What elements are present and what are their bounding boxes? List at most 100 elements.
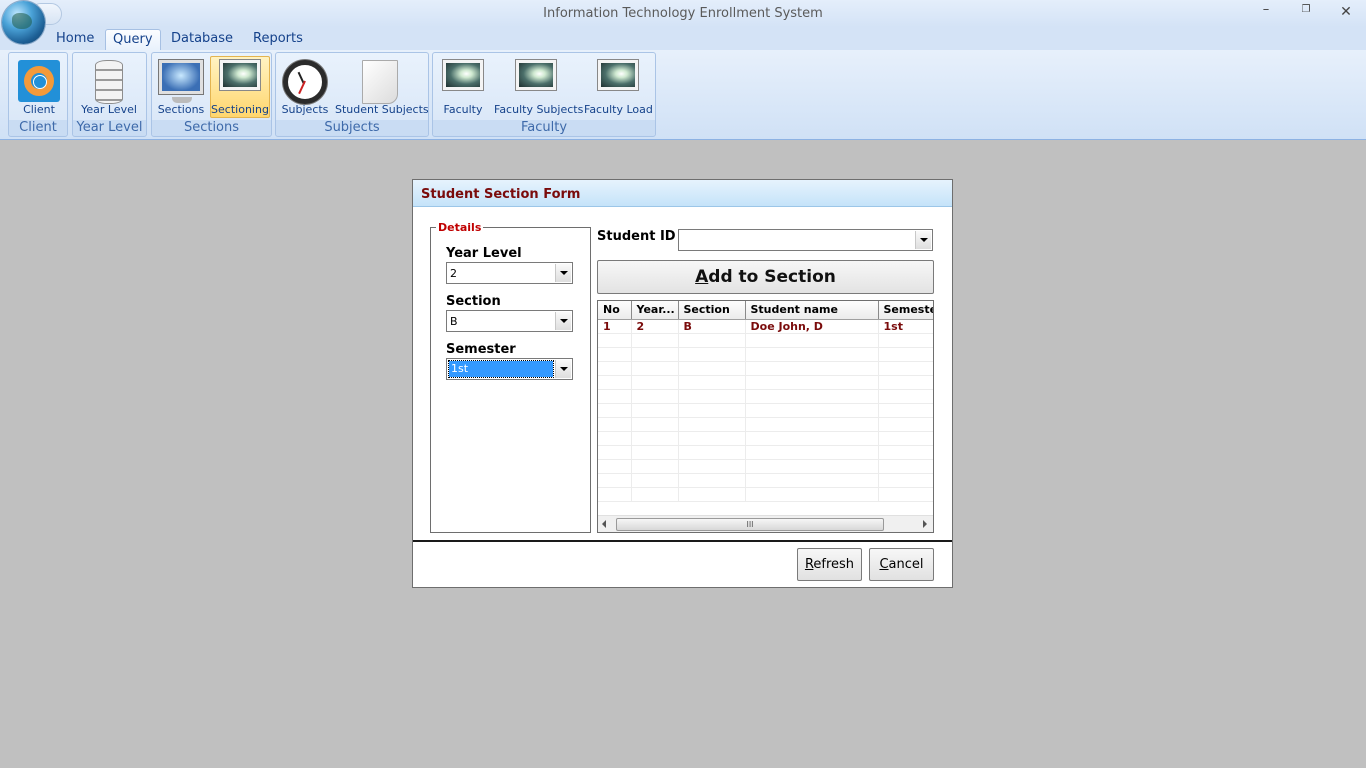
chevron-down-icon[interactable]	[555, 264, 571, 282]
tab-reports[interactable]: Reports	[246, 29, 310, 51]
lifebuoy-icon	[18, 60, 60, 102]
refresh-button[interactable]: Refresh	[797, 548, 862, 581]
divider	[413, 540, 952, 542]
scroll-right-icon[interactable]	[923, 520, 927, 528]
subjects-button-label: Subjects	[281, 103, 329, 116]
group-year-level: Year Level Year Level	[72, 52, 147, 137]
scroll-thumb[interactable]: III	[616, 518, 884, 531]
details-legend: Details	[436, 221, 484, 234]
year-level-value: 2	[450, 267, 457, 280]
faculty-load-button[interactable]: Faculty Load	[583, 56, 653, 118]
empty-cell	[631, 347, 679, 362]
empty-cell	[678, 375, 746, 390]
cancel-button[interactable]: Cancel	[869, 548, 934, 581]
app-menu-orb-icon[interactable]	[2, 1, 45, 44]
empty-cell	[745, 487, 879, 502]
chevron-down-icon[interactable]	[915, 231, 931, 249]
faculty-load-button-label: Faculty Load	[584, 103, 653, 116]
empty-cell	[631, 431, 679, 446]
empty-cell	[678, 417, 746, 432]
window-title: Information Technology Enrollment System	[543, 6, 823, 21]
tab-query[interactable]: Query	[105, 29, 161, 51]
subjects-button[interactable]: Subjects	[279, 56, 331, 118]
student-id-label: Student ID	[597, 229, 676, 244]
empty-cell	[878, 431, 933, 446]
group-label-subjects: Subjects	[276, 120, 428, 135]
empty-row	[598, 473, 933, 488]
cell-year: 2	[631, 319, 679, 334]
group-label-faculty: Faculty	[433, 120, 655, 135]
group-client: Client Client	[8, 52, 68, 137]
cancel-accel: C	[879, 557, 889, 572]
student-subjects-button-label: Student Subjects	[335, 103, 429, 116]
empty-cell	[878, 459, 933, 474]
sections-button-label: Sections	[157, 103, 205, 116]
group-sections: Sections Sectioning Sections	[151, 52, 272, 137]
refresh-label: efresh	[813, 557, 855, 572]
section-select[interactable]: B	[446, 310, 573, 332]
chevron-down-icon[interactable]	[555, 312, 571, 330]
faculty-button[interactable]: Faculty	[437, 56, 489, 118]
tab-home[interactable]: Home	[49, 29, 101, 51]
empty-cell	[598, 361, 632, 376]
empty-cell	[878, 389, 933, 404]
add-to-section-button[interactable]: Add to Section	[597, 260, 934, 294]
empty-cell	[631, 333, 679, 348]
empty-cell	[878, 487, 933, 502]
column-header-year[interactable]: Year...	[631, 301, 679, 320]
ribbon-tabs: Home Query Database Reports	[0, 27, 1366, 51]
faculty-subjects-button-label: Faculty Subjects	[494, 103, 584, 116]
dialog-title: Student Section Form	[413, 180, 952, 207]
year-level-label: Year Level	[446, 246, 522, 261]
faculty-subjects-button[interactable]: Faculty Subjects	[493, 56, 584, 118]
add-accel: A	[695, 267, 709, 287]
empty-cell	[598, 347, 632, 362]
scroll-left-icon[interactable]	[602, 520, 606, 528]
column-header-section[interactable]: Section	[678, 301, 746, 320]
student-section-form: Student Section Form Details Year Level …	[412, 179, 953, 588]
empty-cell	[598, 389, 632, 404]
tab-database[interactable]: Database	[164, 29, 240, 51]
column-header-no[interactable]: No	[598, 301, 632, 320]
empty-cell	[878, 333, 933, 348]
minimize-button[interactable]: –	[1254, 2, 1278, 20]
year-level-select[interactable]: 2	[446, 262, 573, 284]
empty-row	[598, 417, 933, 432]
empty-row	[598, 347, 933, 362]
empty-cell	[631, 403, 679, 418]
client-button[interactable]: Client	[13, 56, 65, 118]
close-button[interactable]: ✕	[1334, 4, 1358, 22]
empty-cell	[745, 361, 879, 376]
empty-cell	[878, 361, 933, 376]
semester-select[interactable]: 1st	[446, 358, 573, 380]
column-header-student-name[interactable]: Student name	[745, 301, 879, 320]
empty-cell	[678, 431, 746, 446]
monitor-icon	[159, 60, 203, 103]
group-label-sections: Sections	[152, 120, 271, 135]
empty-cell	[678, 445, 746, 460]
empty-cell	[745, 389, 879, 404]
sectioning-button[interactable]: Sectioning	[210, 56, 270, 118]
image-icon	[443, 60, 483, 90]
section-label: Section	[446, 294, 501, 309]
chevron-down-icon[interactable]	[555, 360, 571, 378]
students-grid[interactable]: No Year... Section Student name Semeste …	[597, 300, 934, 533]
semester-value: 1st	[448, 360, 554, 378]
student-subjects-button[interactable]: Student Subjects	[334, 56, 429, 118]
cell-section: B	[678, 319, 746, 334]
empty-cell	[598, 417, 632, 432]
empty-row	[598, 375, 933, 390]
table-row[interactable]: 1 2 B Doe John, D 1st	[598, 319, 933, 334]
empty-cell	[631, 459, 679, 474]
empty-row	[598, 431, 933, 446]
image-icon	[220, 60, 260, 90]
year-level-button[interactable]: Year Level	[76, 56, 142, 118]
horizontal-scrollbar[interactable]: III	[598, 515, 933, 532]
students-table: No Year... Section Student name Semeste …	[598, 301, 933, 502]
sections-button[interactable]: Sections	[155, 56, 207, 118]
maximize-button[interactable]: ❐	[1294, 4, 1318, 22]
column-header-semester[interactable]: Semeste	[878, 301, 933, 320]
database-icon	[95, 60, 123, 104]
student-id-select[interactable]	[678, 229, 933, 251]
empty-cell	[631, 389, 679, 404]
